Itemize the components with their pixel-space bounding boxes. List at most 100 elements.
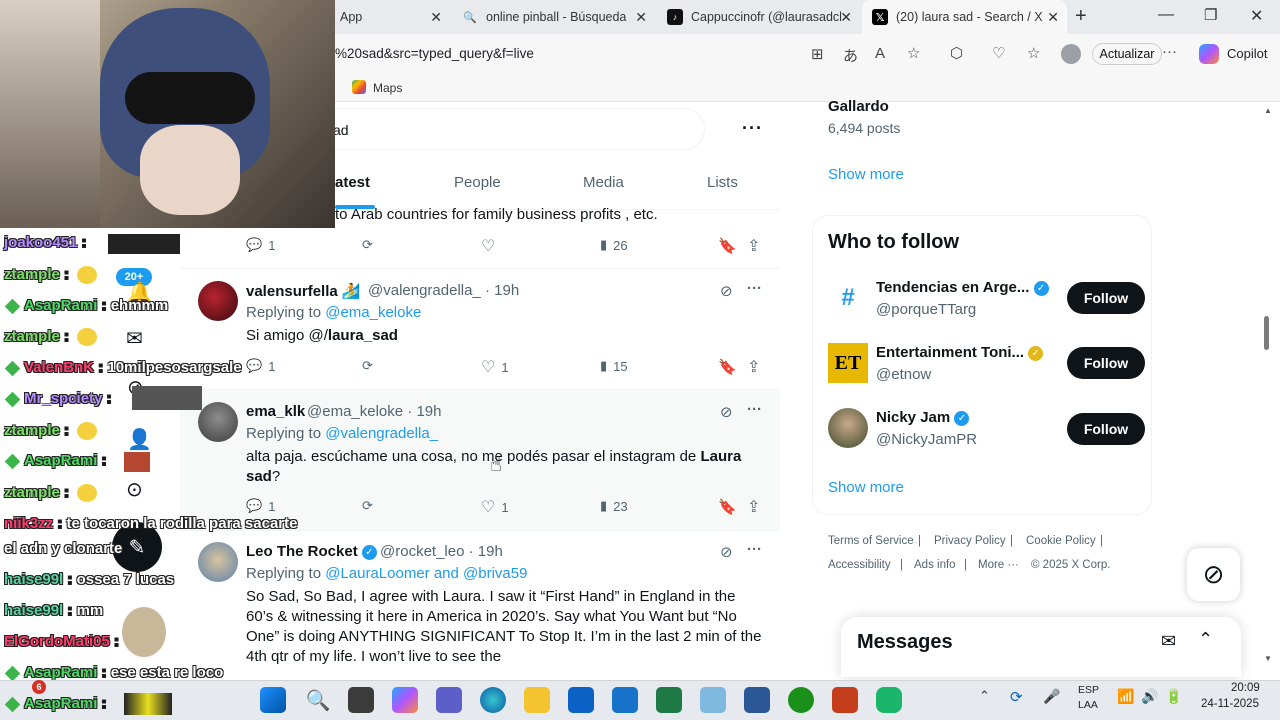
new-message-icon[interactable]: ✉ [1161, 631, 1176, 652]
profile-icon[interactable]: 👤 [127, 427, 152, 452]
copilot-icon[interactable] [1199, 44, 1219, 64]
reply-button[interactable]: 💬 1 [246, 237, 275, 253]
close-tab-icon[interactable]: ✕ [840, 9, 852, 26]
scroll-up-icon[interactable]: ▲ [1264, 106, 1272, 115]
tab-lists[interactable]: Lists [707, 174, 738, 191]
tab-media[interactable]: Media [583, 174, 624, 191]
bookmark-icon[interactable]: 🔖 [718, 237, 737, 255]
clock-time[interactable]: 20:09 [1231, 682, 1260, 694]
share-icon[interactable]: ⇪ [747, 497, 760, 517]
mail-icon[interactable]: ✉ [126, 326, 143, 351]
footer-terms[interactable]: Terms of Service [828, 535, 914, 547]
favorites-icon[interactable]: ☆ [1027, 44, 1040, 62]
excel-icon[interactable] [656, 687, 682, 713]
grok-icon[interactable]: ⊘ [720, 282, 733, 300]
footer-cookie[interactable]: Cookie Policy [1026, 535, 1096, 547]
more-options-icon[interactable]: ··· [1162, 43, 1177, 60]
account-name[interactable]: Entertainment Toni... ✓ [876, 344, 1044, 361]
tab-app[interactable]: App ✕ [330, 0, 450, 34]
avatar[interactable] [198, 281, 238, 321]
close-tab-icon[interactable]: ✕ [430, 9, 442, 26]
tweet-author-name[interactable]: Leo The Rocket ✓ [246, 543, 377, 560]
search-icon[interactable]: 🔍 [305, 687, 331, 713]
account-name[interactable]: Nicky Jam ✓ [876, 409, 970, 426]
share-icon[interactable]: ⇪ [747, 357, 760, 377]
share-icon[interactable]: ⇪ [747, 236, 760, 256]
account-name[interactable]: Tendencias en Arge... ✓ [876, 279, 1049, 296]
tweet-more-icon[interactable]: ··· [747, 401, 762, 418]
tweet-author-handle[interactable]: @valengradella_ · 19h [368, 282, 519, 299]
word-icon[interactable] [744, 687, 770, 713]
tab-x-search[interactable]: 𝕏 (20) laura sad - Search / X ✕ [862, 0, 1067, 34]
copilot-label[interactable]: Copilot [1227, 46, 1267, 61]
views-button[interactable]: ▮ 15 [600, 358, 628, 374]
clock-date[interactable]: 24-11-2025 [1201, 698, 1259, 710]
battery-icon[interactable]: 🔋 [1165, 688, 1182, 705]
microphone-icon[interactable]: 🎤 [1043, 688, 1060, 705]
tab-latest[interactable]: atest [335, 174, 370, 191]
close-tab-icon[interactable]: ✕ [1047, 9, 1059, 26]
read-aloud-icon[interactable]: A [875, 45, 885, 62]
extensions-icon[interactable]: ⬡ [950, 44, 963, 62]
follow-button[interactable]: Follow [1067, 282, 1145, 314]
bookmark-icon[interactable]: 🔖 [718, 498, 737, 516]
footer-privacy[interactable]: Privacy Policy [934, 535, 1006, 547]
store-icon[interactable] [568, 687, 594, 713]
views-button[interactable]: ▮ 26 [600, 237, 628, 253]
volume-icon[interactable]: 🔊 [1141, 688, 1158, 705]
reply-target-link[interactable]: @valengradella_ [325, 425, 438, 442]
reply-target-link[interactable]: @ema_keloke [325, 304, 421, 321]
bookmark-icon[interactable]: 🔖 [718, 358, 737, 376]
tab-people[interactable]: People [454, 174, 501, 191]
start-icon[interactable] [260, 687, 286, 713]
tab-pinball-search[interactable]: 🔍 online pinball - Búsqueda ✕ [452, 0, 655, 34]
views-button[interactable]: ▮ 23 [600, 498, 628, 514]
tray-chevron-icon[interactable]: ⌃ [979, 688, 990, 704]
mail-icon[interactable] [612, 687, 638, 713]
app-icon[interactable] [876, 687, 902, 713]
like-button[interactable]: ♡ 1 [481, 497, 509, 517]
close-window-icon[interactable]: ✕ [1250, 6, 1263, 26]
footer-more[interactable]: More ··· [978, 559, 1019, 571]
browser-essentials-icon[interactable]: ♡ [992, 44, 1005, 62]
language-layout[interactable]: LAA [1078, 699, 1098, 711]
close-tab-icon[interactable]: ✕ [635, 9, 647, 26]
url-field[interactable]: %20sad&src=typed_query&f=live [335, 46, 534, 61]
new-tab-icon[interactable]: + [1075, 5, 1087, 28]
reply-button[interactable]: 💬 1 [246, 358, 275, 374]
grok-icon[interactable]: ⊘ [720, 543, 733, 561]
tweet-more-icon[interactable]: ··· [747, 280, 762, 297]
avatar[interactable] [828, 408, 868, 448]
like-button[interactable]: ♡ [481, 236, 495, 256]
tweet-author-handle[interactable]: @rocket_leo · 19h [380, 543, 503, 560]
tab-tiktok[interactable]: ♪ Cappuccinofr (@laurasadcl ✕ [657, 0, 860, 34]
search-more-icon[interactable]: ··· [742, 118, 763, 139]
language-code[interactable]: ESP [1078, 684, 1099, 696]
hashtag-avatar-icon[interactable]: # [828, 278, 868, 318]
bookmark-maps[interactable]: Maps [373, 81, 402, 95]
page-scrollbar[interactable] [1264, 316, 1269, 350]
task-view-icon[interactable] [348, 687, 374, 713]
retweet-button[interactable]: ⟳ [362, 498, 373, 514]
app-icon[interactable] [700, 687, 726, 713]
tweet-author-handle[interactable]: @ema_keloke · 19h [307, 403, 441, 420]
favorite-star-icon[interactable]: ☆ [907, 44, 920, 62]
profile-avatar[interactable] [1061, 44, 1081, 64]
more-circle-icon[interactable]: ⊙ [126, 477, 143, 502]
scroll-down-icon[interactable]: ▼ [1264, 654, 1272, 663]
avatar[interactable] [198, 542, 238, 582]
reply-button[interactable]: 💬 1 [246, 498, 275, 514]
retweet-button[interactable]: ⟳ [362, 358, 373, 374]
tweet-author-name[interactable]: ema_klk [246, 403, 305, 420]
like-button[interactable]: ♡ 1 [481, 357, 509, 377]
app-available-icon[interactable]: ⊞ [811, 45, 824, 63]
etnow-logo-icon[interactable]: ET [828, 343, 868, 383]
messages-drawer[interactable]: Messages ✉ ⌃ [841, 617, 1241, 677]
avatar[interactable] [198, 402, 238, 442]
follow-button[interactable]: Follow [1067, 347, 1145, 379]
tweet-author-name[interactable]: valensurfella 🏄 [246, 282, 361, 300]
search-input[interactable] [320, 108, 705, 150]
tweet-more-icon[interactable]: ··· [747, 541, 762, 558]
show-more-follow[interactable]: Show more [828, 479, 904, 496]
expand-icon[interactable]: ⌃ [1198, 629, 1213, 650]
